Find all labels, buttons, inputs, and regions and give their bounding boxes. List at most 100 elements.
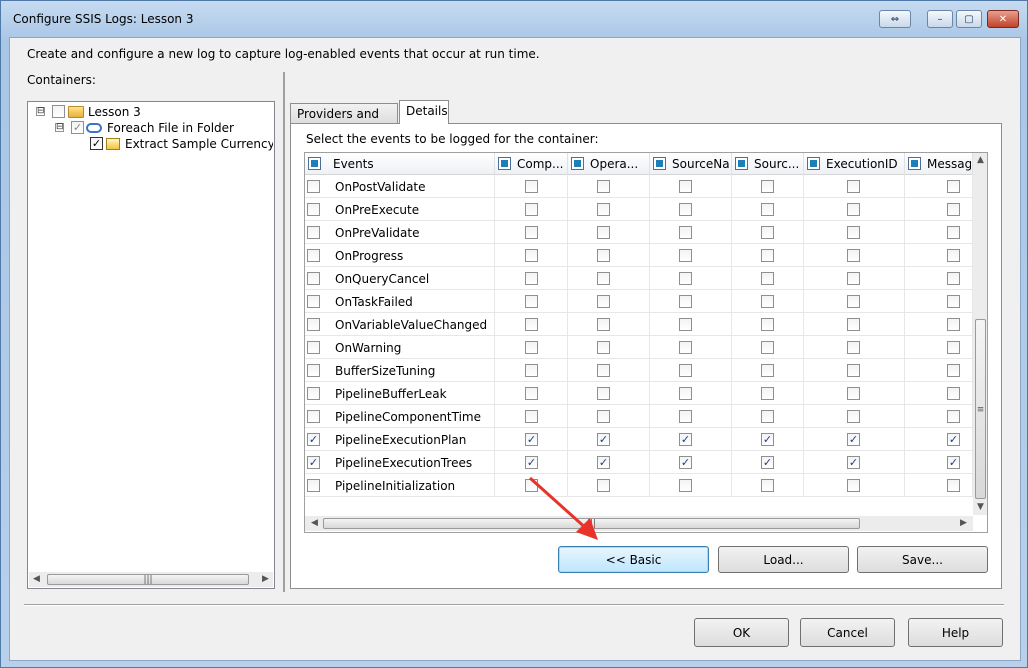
option-checkbox[interactable] xyxy=(761,341,774,354)
option-checkbox[interactable] xyxy=(679,203,692,216)
option-checkbox[interactable] xyxy=(679,295,692,308)
column-select-all-checkbox[interactable] xyxy=(571,157,584,170)
option-checkbox[interactable] xyxy=(761,203,774,216)
grid-scroll-left-arrow-icon[interactable]: ◀ xyxy=(307,516,322,531)
event-checkbox[interactable] xyxy=(307,410,320,423)
option-checkbox[interactable] xyxy=(847,364,860,377)
panel-splitter[interactable] xyxy=(283,72,285,592)
help-button[interactable]: Help xyxy=(908,618,1003,647)
option-checkbox[interactable] xyxy=(847,272,860,285)
tree-hscrollbar[interactable]: ◀ ||| ▶ xyxy=(29,572,273,587)
option-checkbox[interactable] xyxy=(525,226,538,239)
option-checkbox[interactable] xyxy=(761,226,774,239)
column-select-all-checkbox[interactable] xyxy=(498,157,511,170)
option-checkbox[interactable]: ✓ xyxy=(679,433,692,446)
option-checkbox[interactable] xyxy=(679,341,692,354)
option-checkbox[interactable]: ✓ xyxy=(525,433,538,446)
event-checkbox[interactable] xyxy=(307,272,320,285)
option-checkbox[interactable] xyxy=(947,479,960,492)
option-checkbox[interactable] xyxy=(525,318,538,331)
tree-item-lesson3[interactable]: Lesson 3 xyxy=(88,105,141,119)
option-checkbox[interactable] xyxy=(761,249,774,262)
column-header-6[interactable]: Message xyxy=(905,153,973,175)
option-checkbox[interactable] xyxy=(947,410,960,423)
tab-providers-and-logs[interactable]: Providers and Logs xyxy=(290,103,398,135)
option-checkbox[interactable] xyxy=(761,180,774,193)
column-header-4[interactable]: Sourc... xyxy=(732,153,804,175)
column-header-0[interactable]: Events xyxy=(305,153,495,175)
option-checkbox[interactable] xyxy=(847,410,860,423)
option-checkbox[interactable] xyxy=(525,341,538,354)
option-checkbox[interactable]: ✓ xyxy=(525,456,538,469)
option-checkbox[interactable] xyxy=(525,295,538,308)
option-checkbox[interactable] xyxy=(847,180,860,193)
maximize-button[interactable]: ▢ xyxy=(956,10,982,28)
event-checkbox[interactable] xyxy=(307,387,320,400)
option-checkbox[interactable] xyxy=(597,180,610,193)
basic-button[interactable]: << Basic xyxy=(558,546,709,573)
option-checkbox[interactable] xyxy=(847,387,860,400)
option-checkbox[interactable]: ✓ xyxy=(679,456,692,469)
grid-vscrollbar[interactable]: ▲ ≡ ▼ xyxy=(973,153,987,515)
close-button[interactable]: ✕ xyxy=(987,10,1019,28)
option-checkbox[interactable] xyxy=(597,341,610,354)
option-checkbox[interactable] xyxy=(847,479,860,492)
option-checkbox[interactable] xyxy=(679,410,692,423)
option-checkbox[interactable] xyxy=(525,364,538,377)
grid-hscrollbar[interactable]: ◀ ||| ▶ xyxy=(305,516,973,531)
column-header-5[interactable]: ExecutionID xyxy=(804,153,905,175)
scroll-down-arrow-icon[interactable]: ▼ xyxy=(973,500,987,515)
event-checkbox[interactable]: ✓ xyxy=(307,433,320,446)
option-checkbox[interactable] xyxy=(847,318,860,331)
option-checkbox[interactable] xyxy=(679,318,692,331)
option-checkbox[interactable] xyxy=(679,364,692,377)
event-checkbox[interactable]: ✓ xyxy=(307,456,320,469)
minimize-button[interactable]: – xyxy=(927,10,953,28)
cancel-button[interactable]: Cancel xyxy=(800,618,895,647)
scroll-left-arrow-icon[interactable]: ◀ xyxy=(29,572,44,587)
option-checkbox[interactable] xyxy=(679,387,692,400)
option-checkbox[interactable]: ✓ xyxy=(947,433,960,446)
event-checkbox[interactable] xyxy=(307,295,320,308)
option-checkbox[interactable] xyxy=(525,249,538,262)
grid-vscroll-thumb[interactable]: ≡ xyxy=(975,319,986,499)
option-checkbox[interactable] xyxy=(947,364,960,377)
option-checkbox[interactable] xyxy=(597,410,610,423)
column-select-all-checkbox[interactable] xyxy=(807,157,820,170)
option-checkbox[interactable] xyxy=(679,180,692,193)
expander-foreach-icon[interactable]: ⊟ xyxy=(55,123,64,132)
option-checkbox[interactable] xyxy=(679,479,692,492)
option-checkbox[interactable] xyxy=(947,249,960,262)
option-checkbox[interactable] xyxy=(679,226,692,239)
option-checkbox[interactable] xyxy=(597,203,610,216)
restore-arrows-button[interactable]: ⇔ xyxy=(879,10,911,28)
option-checkbox[interactable] xyxy=(847,226,860,239)
option-checkbox[interactable] xyxy=(525,272,538,285)
option-checkbox[interactable] xyxy=(947,226,960,239)
option-checkbox[interactable]: ✓ xyxy=(597,433,610,446)
option-checkbox[interactable] xyxy=(525,387,538,400)
option-checkbox[interactable] xyxy=(525,180,538,193)
option-checkbox[interactable] xyxy=(597,364,610,377)
option-checkbox[interactable]: ✓ xyxy=(761,456,774,469)
event-checkbox[interactable] xyxy=(307,364,320,377)
option-checkbox[interactable] xyxy=(597,387,610,400)
scroll-up-arrow-icon[interactable]: ▲ xyxy=(973,153,987,168)
ok-button[interactable]: OK xyxy=(694,618,789,647)
option-checkbox[interactable] xyxy=(761,410,774,423)
event-checkbox[interactable] xyxy=(307,341,320,354)
column-header-2[interactable]: Opera... xyxy=(568,153,650,175)
option-checkbox[interactable] xyxy=(761,318,774,331)
option-checkbox[interactable] xyxy=(597,226,610,239)
event-checkbox[interactable] xyxy=(307,226,320,239)
option-checkbox[interactable] xyxy=(597,272,610,285)
grid-scroll-right-arrow-icon[interactable]: ▶ xyxy=(956,516,971,531)
option-checkbox[interactable]: ✓ xyxy=(761,433,774,446)
option-checkbox[interactable]: ✓ xyxy=(847,456,860,469)
option-checkbox[interactable] xyxy=(761,272,774,285)
event-checkbox[interactable] xyxy=(307,180,320,193)
option-checkbox[interactable]: ✓ xyxy=(847,433,860,446)
option-checkbox[interactable] xyxy=(597,249,610,262)
load-button[interactable]: Load... xyxy=(718,546,849,573)
column-select-all-checkbox[interactable] xyxy=(735,157,748,170)
